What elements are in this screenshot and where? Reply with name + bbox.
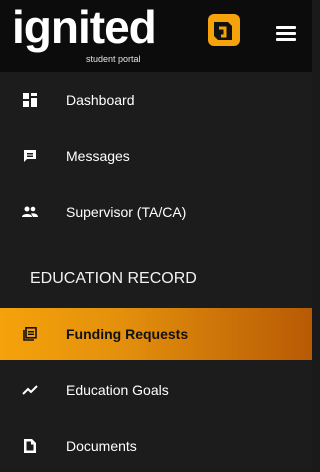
sidebar-item-documents[interactable]: Documents bbox=[0, 420, 312, 472]
sidebar-item-label: Supervisor (TA/CA) bbox=[66, 204, 187, 220]
logo-mark-icon bbox=[208, 14, 240, 46]
funding-icon bbox=[22, 326, 38, 342]
sidebar-item-label: Documents bbox=[66, 438, 137, 454]
sidebar-item-label: Dashboard bbox=[66, 92, 135, 108]
menu-bar bbox=[276, 38, 296, 41]
sidebar-app: ignited student portal Dashboard Message… bbox=[0, 0, 312, 471]
sidebar-item-label: Messages bbox=[66, 148, 130, 164]
logo-text: ignited bbox=[12, 1, 157, 53]
hamburger-menu-icon[interactable] bbox=[276, 26, 296, 42]
document-icon bbox=[22, 438, 38, 454]
logo-subtitle: student portal bbox=[86, 54, 141, 64]
section-title: EDUCATION RECORD bbox=[0, 262, 312, 296]
dashboard-icon bbox=[22, 92, 38, 108]
sidebar-item-dashboard[interactable]: Dashboard bbox=[0, 74, 312, 126]
people-icon bbox=[22, 204, 38, 220]
section-title-text: EDUCATION RECORD bbox=[30, 270, 197, 287]
sidebar-item-funding-requests[interactable]: Funding Requests bbox=[0, 308, 312, 360]
header: ignited student portal bbox=[0, 0, 312, 72]
sidebar-item-education-goals[interactable]: Education Goals bbox=[0, 364, 312, 416]
sidebar-item-label: Funding Requests bbox=[66, 326, 189, 342]
sidebar-item-supervisor[interactable]: Supervisor (TA/CA) bbox=[0, 186, 312, 238]
sidebar-item-label: Education Goals bbox=[66, 382, 169, 398]
sidebar-nav: Dashboard Messages Supervisor (TA/CA) ED… bbox=[0, 72, 312, 471]
menu-bar bbox=[276, 32, 296, 35]
message-icon bbox=[22, 148, 38, 164]
sidebar-item-messages[interactable]: Messages bbox=[0, 130, 312, 182]
menu-bar bbox=[276, 26, 296, 29]
trend-icon bbox=[22, 382, 38, 398]
